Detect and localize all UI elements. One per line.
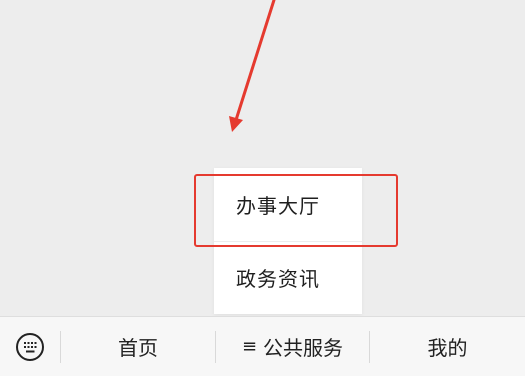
bottom-menu-bar: 首页 ≡ 公共服务 我的 [0, 316, 525, 376]
menu-item-government-news[interactable]: 政务资讯 [214, 241, 362, 314]
tab-mine[interactable]: 我的 [370, 317, 525, 376]
tab-home[interactable]: 首页 [61, 317, 215, 376]
popup-menu: 办事大厅 政务资讯 [214, 168, 362, 314]
menu-item-service-hall[interactable]: 办事大厅 [214, 168, 362, 241]
menu-lines-icon: ≡ [241, 336, 258, 357]
keyboard-toggle-button[interactable] [0, 317, 60, 376]
keyboard-icon [16, 332, 44, 361]
tab-public-services[interactable]: ≡ 公共服务 [216, 317, 369, 376]
tab-public-services-label: 公共服务 [263, 336, 344, 360]
tab-mine-label: 我的 [427, 336, 468, 360]
tab-home-label: 首页 [118, 336, 158, 360]
